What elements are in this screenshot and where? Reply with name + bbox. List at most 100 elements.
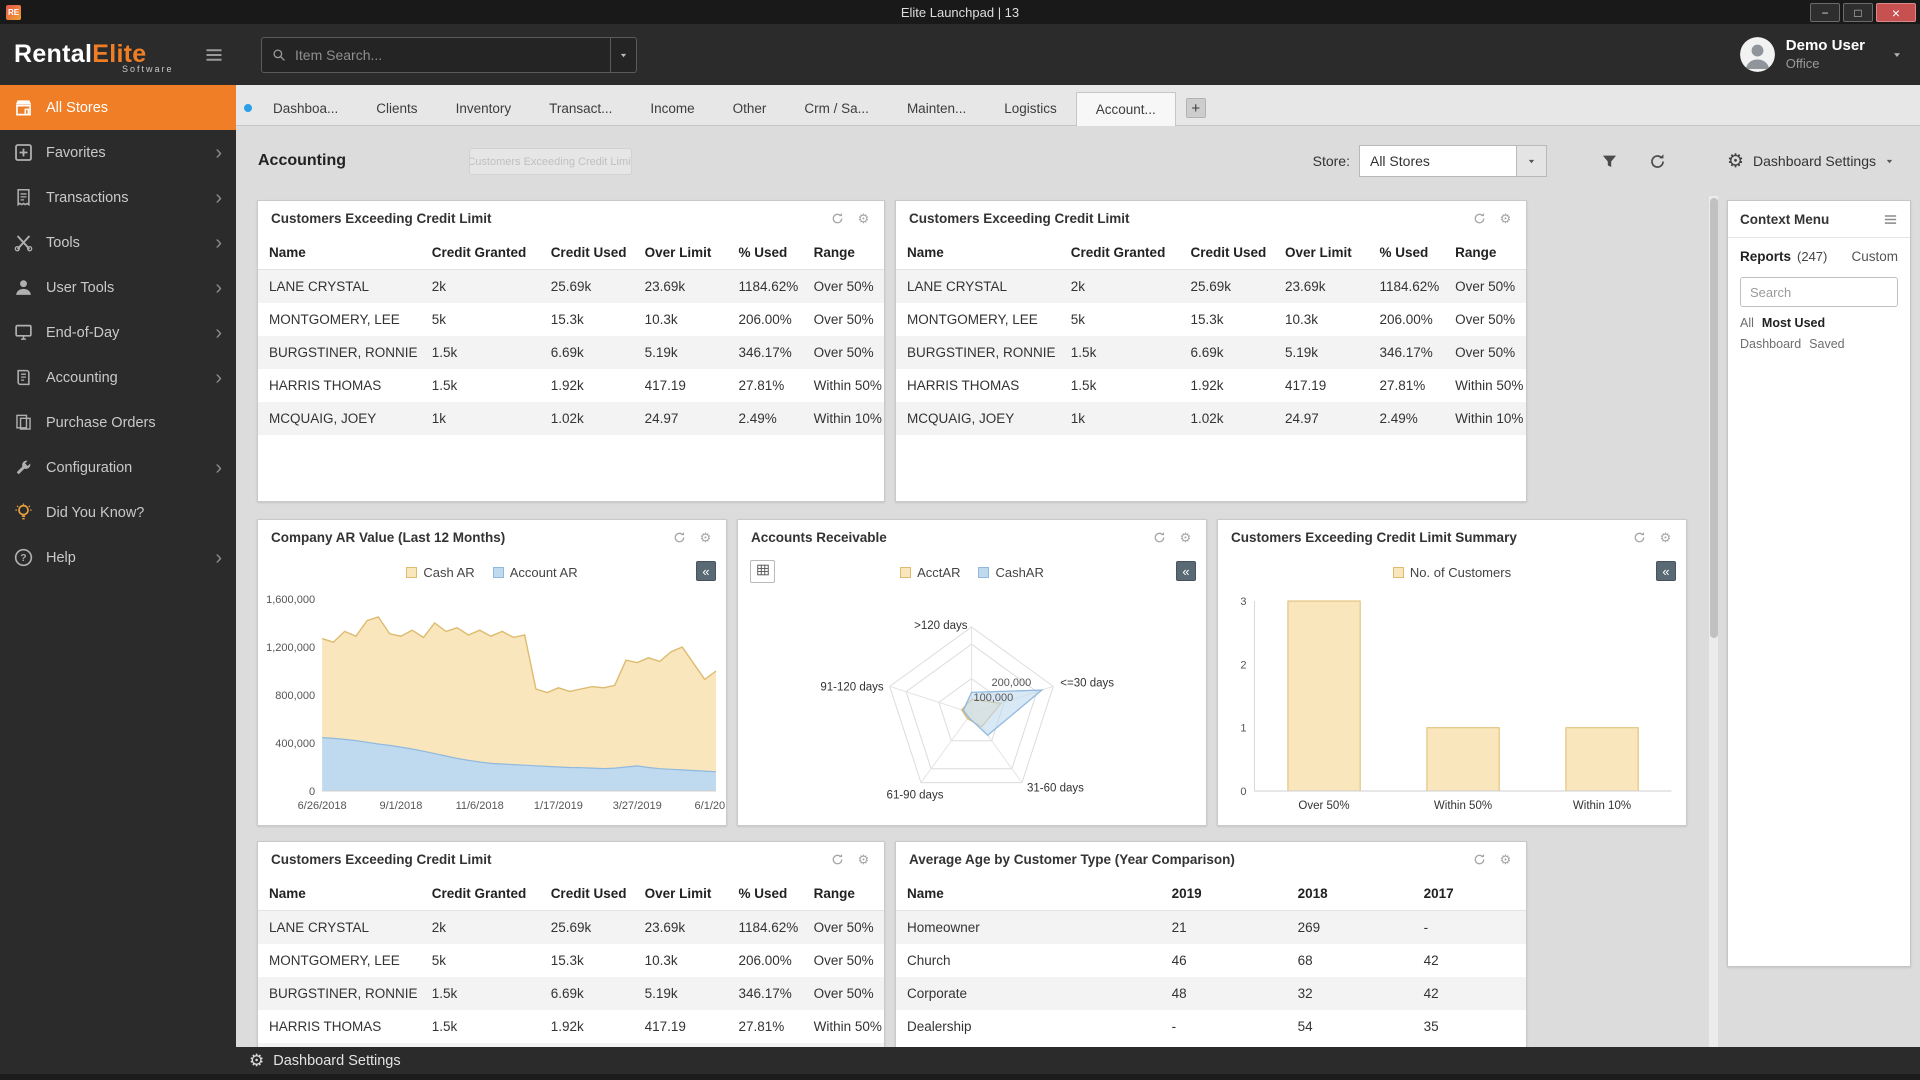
- bottom-dashboard-settings[interactable]: ⚙ Dashboard Settings: [0, 1047, 1920, 1074]
- user-menu[interactable]: Demo User Office: [1739, 37, 1920, 72]
- column-header[interactable]: Over Limit: [633, 877, 728, 911]
- panel-gear-icon[interactable]: ⚙: [1498, 852, 1513, 867]
- tab-mainten[interactable]: Mainten...: [888, 92, 985, 125]
- panel-refresh-icon[interactable]: [672, 530, 687, 545]
- column-header[interactable]: Credit Granted: [420, 877, 540, 911]
- tab-reports[interactable]: Reports: [1740, 249, 1791, 264]
- store-select[interactable]: All Stores: [1358, 145, 1547, 177]
- tab-crm-sa[interactable]: Crm / Sa...: [785, 92, 888, 125]
- table-row[interactable]: MONTGOMERY, LEE 5k 15.3k 10.3k 206.00% Over 5…: [896, 303, 1526, 336]
- column-header[interactable]: % Used: [727, 877, 803, 911]
- sidebar-item-help[interactable]: ? Help ›: [0, 535, 236, 580]
- table-row[interactable]: Dealership - 54 35: [896, 1010, 1526, 1043]
- tab-clients[interactable]: Clients: [357, 92, 436, 125]
- table-row[interactable]: MCQUAIG, JOEY1k1.02k24.972.49%Within 10%: [258, 402, 884, 435]
- column-header[interactable]: Name: [896, 877, 1161, 911]
- table-row[interactable]: HARRIS THOMAS 1.5k 1.92k 417.19 27.81% Within…: [258, 1010, 884, 1043]
- tab-transact[interactable]: Transact...: [530, 92, 631, 125]
- panel-gear-icon[interactable]: ⚙: [1658, 530, 1673, 545]
- sidebar-item-favorites[interactable]: Favorites ›: [0, 130, 236, 175]
- panel-refresh-icon[interactable]: [1632, 530, 1647, 545]
- sidebar-hamburger-icon[interactable]: [204, 45, 224, 65]
- column-header[interactable]: Credit Granted: [1059, 236, 1180, 270]
- panel-refresh-icon[interactable]: [830, 211, 845, 226]
- dashboard-settings-menu[interactable]: ⚙ Dashboard Settings: [1727, 152, 1894, 171]
- column-header[interactable]: Credit Used: [539, 877, 634, 911]
- panel-refresh-icon[interactable]: [1152, 530, 1167, 545]
- tab-logistics[interactable]: Logistics: [985, 92, 1076, 125]
- panel-gear-icon[interactable]: ⚙: [856, 852, 871, 867]
- tab-custom[interactable]: Custom: [1851, 249, 1898, 264]
- filter-icon[interactable]: [1599, 150, 1621, 172]
- sidebar-item-purchase-orders[interactable]: Purchase Orders: [0, 400, 236, 445]
- sidebar-item-configuration[interactable]: Configuration ›: [0, 445, 236, 490]
- table-view-button[interactable]: [750, 560, 775, 583]
- table-row[interactable]: BURGSTINER, RONNIE 1.5k 6.69k 5.19k 346.17% O…: [258, 977, 884, 1010]
- table-row[interactable]: Corporate 48 32 42: [896, 977, 1526, 1010]
- search-dropdown-button[interactable]: [610, 36, 637, 73]
- sidebar-item-end-of-day[interactable]: End-of-Day ›: [0, 310, 236, 355]
- table-row[interactable]: LANE CRYSTAL 2k 25.69k 23.69k 1184.62% Over 5…: [896, 269, 1526, 303]
- column-header[interactable]: Range: [1444, 236, 1526, 270]
- column-header[interactable]: Credit Granted: [420, 236, 540, 270]
- collapse-button[interactable]: «: [1176, 561, 1196, 581]
- column-header[interactable]: Name: [896, 236, 1060, 270]
- column-header[interactable]: Range: [802, 877, 884, 911]
- table-row[interactable]: BURGSTINER, RONNIE 1.5k 6.69k 5.19k 346.17% O…: [258, 336, 884, 369]
- table-row[interactable]: HARRIS THOMAS 1.5k 1.92k 417.19 27.81% Within…: [258, 369, 884, 402]
- tab-other[interactable]: Other: [714, 92, 786, 125]
- scrollbar-thumb[interactable]: [1710, 198, 1718, 638]
- context-hamburger-icon[interactable]: [1883, 212, 1898, 227]
- column-header[interactable]: % Used: [1368, 236, 1445, 270]
- column-header[interactable]: 2019: [1160, 877, 1287, 911]
- tab-income[interactable]: Income: [631, 92, 713, 125]
- panel-gear-icon[interactable]: ⚙: [1498, 211, 1513, 226]
- filter-saved[interactable]: Saved: [1809, 334, 1844, 355]
- sidebar-item-all-stores[interactable]: All Stores: [0, 85, 236, 130]
- panel-refresh-icon[interactable]: [1472, 852, 1487, 867]
- filter-all[interactable]: All: [1740, 313, 1754, 334]
- table-row[interactable]: MONTGOMERY, LEE 5k 15.3k 10.3k 206.00% Over 5…: [258, 303, 884, 336]
- store-select-value[interactable]: All Stores: [1358, 145, 1517, 177]
- sidebar-item-accounting[interactable]: Accounting ›: [0, 355, 236, 400]
- table-row[interactable]: BURGSTINER, RONNIE 1.5k 6.69k 5.19k 346.17% O…: [896, 336, 1526, 369]
- panel-refresh-icon[interactable]: [1472, 211, 1487, 226]
- column-header[interactable]: 2017: [1412, 877, 1526, 911]
- reports-search-input[interactable]: [1740, 277, 1898, 307]
- chevron-down-icon[interactable]: [1892, 47, 1902, 63]
- column-header[interactable]: Over Limit: [1273, 236, 1369, 270]
- caret-down-icon[interactable]: [1516, 145, 1547, 177]
- tab-inventory[interactable]: Inventory: [437, 92, 531, 125]
- table-row[interactable]: MCQUAIG, JOEY1k1.02k24.972.49%Within 10%: [896, 402, 1526, 435]
- collapse-button[interactable]: «: [696, 561, 716, 581]
- panel-gear-icon[interactable]: ⚙: [698, 530, 713, 545]
- table-row[interactable]: MONTGOMERY, LEE 5k 15.3k 10.3k 206.00% Over 5…: [258, 944, 884, 977]
- table-row[interactable]: Church 46 68 42: [896, 944, 1526, 977]
- panel-gear-icon[interactable]: ⚙: [1178, 530, 1193, 545]
- item-search-input[interactable]: [295, 46, 600, 63]
- sidebar-item-tools[interactable]: Tools ›: [0, 220, 236, 265]
- column-header[interactable]: Range: [802, 236, 884, 270]
- filter-dashboard[interactable]: Dashboard: [1740, 334, 1801, 355]
- column-header[interactable]: Credit Used: [539, 236, 634, 270]
- minimize-button[interactable]: −: [1810, 3, 1840, 22]
- filter-most-used[interactable]: Most Used: [1762, 313, 1825, 334]
- column-header[interactable]: 2018: [1286, 877, 1413, 911]
- column-header[interactable]: Name: [258, 236, 421, 270]
- add-tab-button[interactable]: +: [1185, 98, 1206, 118]
- column-header[interactable]: Over Limit: [633, 236, 728, 270]
- close-button[interactable]: ×: [1876, 3, 1916, 22]
- panel-gear-icon[interactable]: ⚙: [856, 211, 871, 226]
- table-row[interactable]: HARRIS THOMAS 1.5k 1.92k 417.19 27.81% Within…: [896, 369, 1526, 402]
- tab-dashboa[interactable]: Dashboa...: [254, 92, 357, 125]
- table-row[interactable]: MCQUAIG, JOEY1k1.02k24.972.49%Within 10%: [258, 1043, 884, 1047]
- column-header[interactable]: % Used: [727, 236, 803, 270]
- table-row[interactable]: Homeowner 21 269-: [896, 910, 1526, 944]
- sidebar-item-user-tools[interactable]: User Tools ›: [0, 265, 236, 310]
- table-row[interactable]: LANE CRYSTAL 2k 25.69k 23.69k 1184.62% Over 5…: [258, 910, 884, 944]
- tab-account[interactable]: Account...: [1075, 92, 1176, 126]
- column-header[interactable]: Credit Used: [1179, 236, 1274, 270]
- maximize-button[interactable]: □: [1843, 3, 1873, 22]
- panel-refresh-icon[interactable]: [830, 852, 845, 867]
- column-header[interactable]: Name: [258, 877, 421, 911]
